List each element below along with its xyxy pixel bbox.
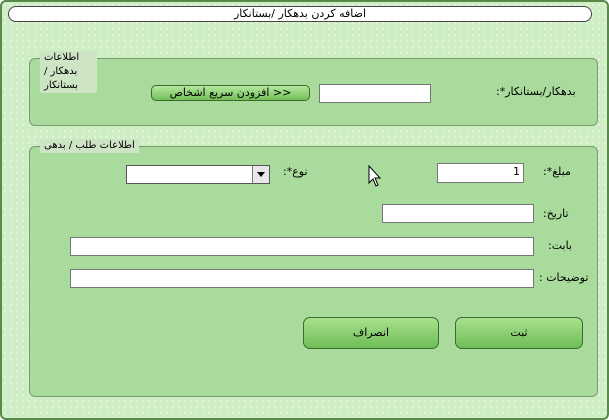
type-label: نوع*: (283, 165, 308, 178)
description-label: توضیحات : (539, 271, 589, 284)
window-title: اضافه کردن بدهکار /بستانکار (8, 6, 592, 22)
reason-input[interactable] (70, 237, 534, 256)
submit-button[interactable]: ثبت (455, 317, 583, 349)
amount-input[interactable]: 1 (437, 163, 524, 183)
debtor-creditor-label: بدهکار/بستانکار*: (496, 85, 576, 98)
cancel-button[interactable]: انصراف (303, 317, 439, 349)
debtor-creditor-group-title: اطلاعات بدهکار / بستانکار (40, 51, 97, 93)
add-debtor-creditor-window: اضافه کردن بدهکار /بستانکار اطلاعات بدهک… (0, 0, 609, 420)
date-label: تاریخ: (543, 207, 569, 220)
mouse-pointer-icon (368, 165, 382, 187)
description-input[interactable] (70, 269, 534, 288)
debtor-creditor-info-group: اطلاعات بدهکار / بستانکار بدهکار/بستانکا… (29, 51, 598, 126)
claim-debt-group-title: اطلاعات طلب / بدهی (40, 139, 139, 153)
quick-add-persons-button[interactable]: افزودن سریع اشخاص >> (151, 85, 310, 101)
dropdown-arrow-icon[interactable] (252, 166, 269, 183)
title-bar: اضافه کردن بدهکار /بستانکار (4, 4, 601, 26)
reason-label: بابت: (548, 239, 572, 252)
date-input[interactable] (382, 204, 534, 223)
claim-debt-info-group: اطلاعات طلب / بدهی مبلغ*: 1 نوع*: تاریخ:… (29, 139, 598, 397)
amount-label: مبلغ*: (543, 165, 571, 178)
type-select[interactable] (126, 165, 270, 184)
debtor-creditor-input[interactable] (319, 84, 431, 103)
